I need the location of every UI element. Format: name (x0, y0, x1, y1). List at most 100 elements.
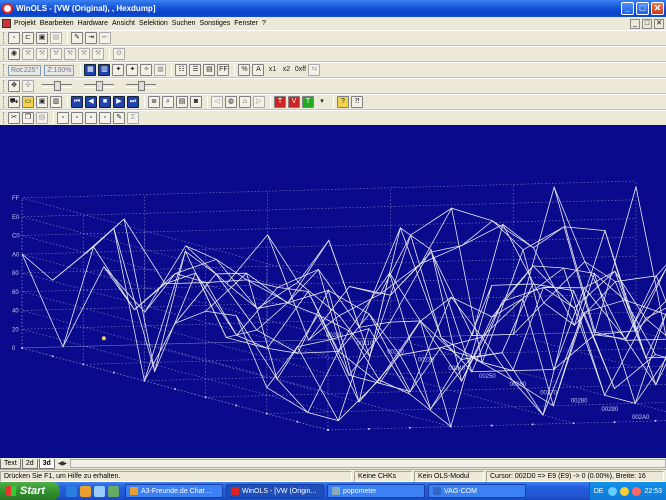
mark-all-icon[interactable]: ✦ (126, 64, 139, 76)
split-icon[interactable]: ▥ (50, 96, 62, 108)
save-as-icon[interactable]: ▤ (50, 32, 62, 44)
tab-2d[interactable]: 2d (21, 458, 38, 469)
car-icon[interactable]: ⛟ (8, 96, 20, 108)
dropdown-icon[interactable]: ▾ (316, 96, 328, 108)
zoom-spinner[interactable]: Z:100% (44, 64, 75, 76)
unmark-icon[interactable]: ✧ (140, 64, 153, 76)
columns-icon[interactable]: ☷ (175, 64, 188, 76)
wireframe-3d-plot[interactable]: FFE0C0A080604020000200002100022000230002… (0, 125, 666, 458)
ff-icon[interactable]: FF (217, 64, 230, 76)
insert-d-icon[interactable]: ▫ (99, 112, 111, 124)
mdi-minimize-button[interactable]: _ (630, 18, 640, 29)
folder-icon[interactable]: ▭ (22, 96, 34, 108)
open-folder-icon[interactable]: ⊏ (22, 32, 34, 44)
text-view-icon[interactable]: T (274, 96, 286, 108)
view-grid-icon[interactable]: ▦ (84, 64, 97, 76)
save-icon[interactable]: ▣ (36, 32, 48, 44)
next-icon[interactable]: ▶ (113, 96, 125, 108)
firefox-icon[interactable] (80, 485, 91, 497)
chip-read-icon[interactable]: ⚒ (22, 48, 34, 60)
export-icon[interactable]: ⇤ (99, 32, 111, 44)
network-icon[interactable] (608, 486, 618, 496)
hardware-settings-icon[interactable]: ⚙ (113, 48, 125, 60)
height-slider[interactable] (84, 81, 114, 91)
globe-icon[interactable]: ◍ (225, 96, 237, 108)
help-icon[interactable]: ? (337, 96, 349, 108)
document-icon[interactable] (2, 19, 11, 28)
edit-pen-icon[interactable]: ✎ (113, 112, 125, 124)
mark-icon[interactable]: ✦ (112, 64, 125, 76)
chip-write-icon[interactable]: ⚒ (36, 48, 48, 60)
maximize-button[interactable]: □ (636, 2, 649, 15)
factor-x2-icon[interactable]: x2 (280, 64, 292, 76)
first-icon[interactable]: ⏮ (71, 96, 83, 108)
horizontal-scrollbar[interactable] (70, 459, 666, 468)
task-vagcom[interactable]: VAG-COM (428, 484, 526, 498)
mdi-close-button[interactable]: ✕ (654, 18, 664, 29)
menu-selektion[interactable]: Selektion (139, 20, 172, 27)
wand-icon[interactable]: ✎ (71, 32, 83, 44)
font-icon[interactable]: A (252, 64, 265, 76)
search-map-icon[interactable]: ⌕ (162, 96, 174, 108)
properties-icon[interactable]: ▤ (176, 96, 188, 108)
select-icon[interactable]: ✥ (8, 80, 20, 92)
minimize-button[interactable]: _ (621, 2, 634, 15)
tab-text[interactable]: Text (0, 458, 21, 469)
chip-compare-icon[interactable]: ⚒ (78, 48, 90, 60)
zoom-slider[interactable] (42, 81, 72, 91)
last-icon[interactable]: ⏭ (127, 96, 139, 108)
volume-icon[interactable] (620, 486, 630, 496)
sum-icon[interactable]: Σ (127, 112, 139, 124)
menu-bearbeiten[interactable]: Bearbeiten (40, 20, 78, 27)
hex-icon[interactable]: 0xff (294, 64, 306, 76)
menu-sonstiges[interactable]: Sonstiges (200, 20, 235, 27)
window-icon[interactable]: ▣ (36, 96, 48, 108)
ie-icon[interactable] (66, 485, 77, 497)
chip-blank-icon[interactable]: ⚒ (92, 48, 104, 60)
prev-icon[interactable]: ◀ (85, 96, 97, 108)
rows-icon[interactable]: ☰ (189, 64, 202, 76)
deselect-icon[interactable]: ✣ (22, 80, 34, 92)
map-icon[interactable]: ▩ (154, 64, 167, 76)
language-indicator[interactable]: DE (594, 488, 604, 495)
factor-x1-icon[interactable]: x1 (266, 64, 278, 76)
chip-verify-icon[interactable]: ⚒ (50, 48, 62, 60)
menu-fenster[interactable]: Fenster (234, 20, 262, 27)
tab-3d[interactable]: 3d (38, 458, 55, 469)
back-icon[interactable]: ◁ (211, 96, 223, 108)
menu-suchen[interactable]: Suchen (172, 20, 200, 27)
copy-icon[interactable]: ❐ (22, 112, 34, 124)
context-help-icon[interactable]: ⁈ (351, 96, 363, 108)
list-icon[interactable]: ≣ (148, 96, 160, 108)
tab-scroll-icon[interactable]: ◀▶ (58, 460, 67, 467)
camera-icon[interactable]: ◙ (190, 96, 202, 108)
mdi-restore-button[interactable]: □ (642, 18, 652, 29)
chip-erase-icon[interactable]: ⚒ (64, 48, 76, 60)
title-bar[interactable]: WinOLS - [VW (Original), , Hexdump] _ □ … (0, 0, 666, 17)
forward-icon[interactable]: ▷ (253, 96, 265, 108)
close-button[interactable]: ✕ (651, 2, 664, 15)
menu-projekt[interactable]: Projekt (14, 20, 40, 27)
desktop-icon[interactable] (94, 485, 105, 497)
menu-hardware[interactable]: Hardware (78, 20, 112, 27)
diff-icon[interactable]: ⇆ (308, 64, 321, 76)
insert-b-icon[interactable]: ▫ (71, 112, 83, 124)
eye-icon[interactable]: ◉ (8, 48, 20, 60)
task-winols[interactable]: WinOLS - [VW (Origin... (226, 484, 324, 498)
menu-ansicht[interactable]: Ansicht (112, 20, 139, 27)
security-icon[interactable] (632, 486, 642, 496)
width-slider[interactable] (126, 81, 156, 91)
import-icon[interactable]: ⇥ (85, 32, 97, 44)
view-table-icon[interactable]: ▥ (98, 64, 111, 76)
task-chat[interactable]: A3-Freunde.de Chat ... (125, 484, 223, 498)
media-icon[interactable] (108, 485, 119, 497)
cut-icon[interactable]: ✂ (8, 112, 20, 124)
hexdump-3d-view[interactable]: FF E0 C0 A0 80 60 40 20 0 00200 00210 00220 00230 002… (0, 125, 666, 458)
t-green-icon[interactable]: T (302, 96, 314, 108)
menu-help[interactable]: ? (262, 20, 270, 27)
new-file-icon[interactable]: ▫ (8, 32, 20, 44)
percent-icon[interactable]: % (238, 64, 251, 76)
v-view-icon[interactable]: V (288, 96, 300, 108)
stop-icon[interactable]: ■ (99, 96, 111, 108)
insert-a-icon[interactable]: ▫ (57, 112, 69, 124)
